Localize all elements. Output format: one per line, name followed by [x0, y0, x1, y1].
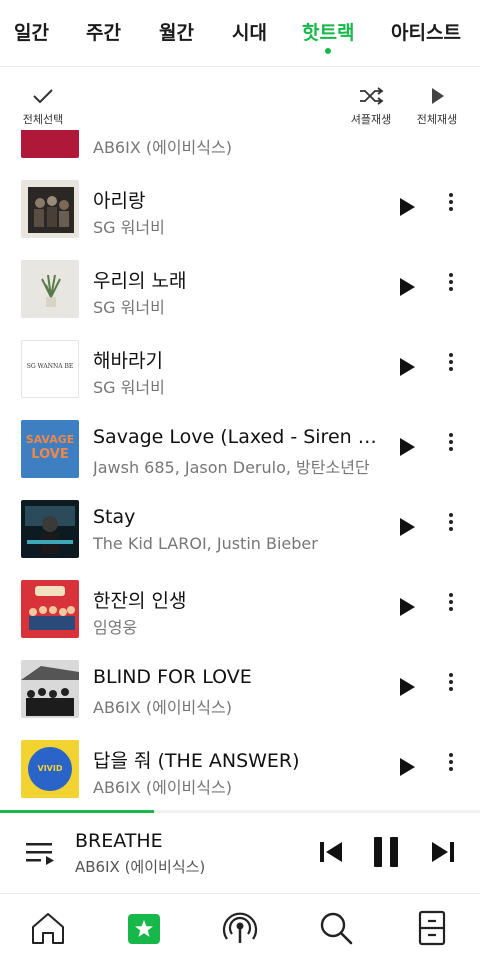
play-icon[interactable]: [400, 598, 415, 616]
more-options-icon[interactable]: [444, 750, 458, 780]
play-icon[interactable]: [400, 678, 415, 696]
song-title: 아리랑: [93, 190, 146, 212]
search-icon[interactable]: [316, 908, 356, 948]
song-title: Stay: [93, 506, 136, 528]
song-artist: SG 워너비: [93, 298, 165, 317]
album-art: [21, 260, 79, 318]
previous-track-icon[interactable]: [318, 839, 344, 865]
more-options-icon[interactable]: [444, 670, 458, 700]
album-art: SG WANNA BE: [21, 340, 79, 398]
song-artist: AB6IX (에이비식스): [93, 698, 232, 717]
play-icon[interactable]: [400, 278, 415, 296]
play-icon[interactable]: [400, 518, 415, 536]
select-all-button[interactable]: 전체선택: [18, 87, 68, 127]
song-row[interactable]: Stay The Kid LAROI, Justin Bieber: [0, 490, 480, 570]
play-icon[interactable]: [400, 438, 415, 456]
song-row[interactable]: 우리의 노래 SG 워너비: [0, 250, 480, 330]
checkmark-icon: [33, 89, 53, 104]
bottom-navigation: [0, 894, 480, 968]
pause-icon[interactable]: [372, 837, 400, 867]
more-options-icon[interactable]: [444, 190, 458, 220]
song-row[interactable]: BLIND FOR LOVE AB6IX (에이비식스): [0, 650, 480, 730]
song-row[interactable]: AB6IX (에이비식스): [0, 130, 480, 170]
storage-icon[interactable]: [412, 908, 452, 948]
album-art: [21, 500, 79, 558]
now-playing-title[interactable]: BREATHE: [75, 830, 163, 852]
shuffle-play-label: 셔플재생: [350, 113, 392, 126]
album-art-text: SAVAGE: [25, 433, 75, 446]
song-artist: Jawsh 685, Jason Derulo, 방탄소년단: [93, 458, 370, 477]
playlist-icon[interactable]: [24, 839, 56, 867]
podcast-icon[interactable]: [220, 908, 260, 948]
song-list: AB6IX (에이비식스) 아리랑 SG 워너비 우리의 노래 SG 워너비 S…: [0, 130, 480, 810]
list-toolbar: 전체선택 셔플재생 전체재생: [0, 67, 480, 129]
now-playing-artist[interactable]: AB6IX (에이비식스): [75, 856, 205, 877]
chart-star-icon[interactable]: [124, 908, 164, 948]
album-art-text: SG WANNA BE: [26, 363, 74, 370]
tab-monthly[interactable]: 월간: [159, 18, 194, 45]
album-art: VIVID: [21, 740, 79, 798]
album-art-text: VIVID: [37, 764, 63, 773]
tab-daily[interactable]: 일간: [14, 18, 49, 45]
song-title: BLIND FOR LOVE: [93, 666, 252, 688]
tab-weekly[interactable]: 주간: [86, 18, 121, 45]
more-options-icon[interactable]: [444, 270, 458, 300]
song-artist: SG 워너비: [93, 378, 165, 397]
song-row[interactable]: SG WANNA BE 해바라기 SG 워너비: [0, 330, 480, 410]
home-icon[interactable]: [28, 908, 68, 948]
album-art: [21, 580, 79, 638]
tab-era[interactable]: 시대: [232, 18, 267, 45]
chart-period-tabs: 일간 주간 월간 시대 핫트랙 아티스트: [0, 0, 480, 67]
more-options-icon[interactable]: [444, 590, 458, 620]
song-artist: AB6IX (에이비식스): [93, 138, 232, 157]
mini-player: BREATHE AB6IX (에이비식스): [0, 813, 480, 894]
play-icon[interactable]: [400, 198, 415, 216]
select-all-label: 전체선택: [22, 113, 64, 126]
play-icon: [432, 88, 444, 104]
song-title: 한잔의 인생: [93, 590, 187, 612]
play-all-button[interactable]: 전체재생: [412, 87, 462, 127]
play-icon[interactable]: [400, 758, 415, 776]
song-row[interactable]: 아리랑 SG 워너비: [0, 170, 480, 250]
album-art: SAVAGE LOVE: [21, 420, 79, 478]
album-art-text: LOVE: [31, 447, 69, 462]
active-tab-indicator: [325, 48, 331, 54]
song-row[interactable]: 한잔의 인생 임영웅: [0, 570, 480, 650]
play-all-label: 전체재생: [416, 113, 458, 126]
song-artist: SG 워너비: [93, 218, 165, 237]
song-title: 우리의 노래: [93, 270, 187, 292]
album-art: [21, 130, 79, 158]
album-art: [21, 660, 79, 718]
song-title: Savage Love (Laxed - Siren Beat): [93, 426, 385, 448]
tab-artist[interactable]: 아티스트: [391, 18, 461, 45]
song-artist: AB6IX (에이비식스): [93, 778, 232, 797]
play-icon[interactable]: [400, 358, 415, 376]
more-options-icon[interactable]: [444, 430, 458, 460]
more-options-icon[interactable]: [444, 350, 458, 380]
song-artist: The Kid LAROI, Justin Bieber: [93, 534, 318, 553]
next-track-icon[interactable]: [430, 839, 456, 865]
song-title: 해바라기: [93, 350, 163, 372]
shuffle-icon: [360, 87, 384, 105]
song-row[interactable]: SAVAGE LOVE Savage Love (Laxed - Siren B…: [0, 410, 480, 490]
song-title: 답을 줘 (THE ANSWER): [93, 750, 300, 772]
song-artist: 임영웅: [93, 618, 138, 637]
more-options-icon[interactable]: [444, 510, 458, 540]
album-art: [21, 180, 79, 238]
tab-hot-track[interactable]: 핫트랙: [302, 18, 354, 45]
song-row[interactable]: VIVID 답을 줘 (THE ANSWER) AB6IX (에이비식스): [0, 730, 480, 810]
shuffle-play-button[interactable]: 셔플재생: [346, 87, 396, 127]
